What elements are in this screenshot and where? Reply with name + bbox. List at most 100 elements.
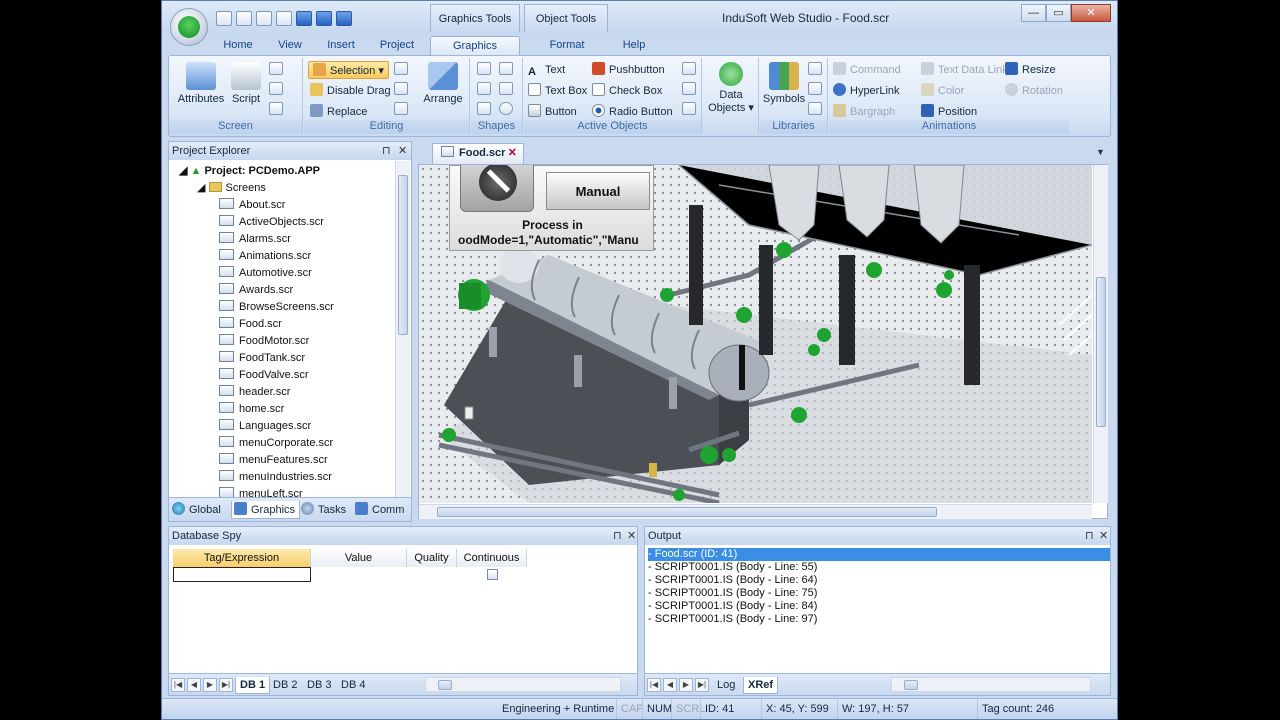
rectangle-icon[interactable] <box>499 62 513 75</box>
arrange-button[interactable]: Arrange <box>420 62 466 105</box>
tree-scrollbar[interactable] <box>395 161 410 497</box>
library-net-icon[interactable] <box>808 62 822 75</box>
canvas-hscroll-thumb[interactable] <box>437 507 937 517</box>
pin-icon[interactable]: ⊓ <box>1085 527 1094 545</box>
pin-icon[interactable]: ⊓ <box>613 527 622 545</box>
data-objects-button[interactable]: Data Objects ▾ <box>707 62 755 114</box>
tree-screen-item[interactable]: FoodValve.scr <box>219 367 309 384</box>
grid-icon[interactable] <box>394 82 408 95</box>
mode-switch-knob[interactable] <box>460 165 534 212</box>
tab-db1[interactable]: DB 1 <box>235 677 271 694</box>
tree-screen-item[interactable]: menuLeft.scr <box>219 486 303 497</box>
canvas-horizontal-scrollbar[interactable] <box>419 504 1092 519</box>
first-arrow-icon[interactable]: |◀ <box>171 678 185 692</box>
text-data-link-button[interactable]: Text Data Link <box>921 61 1008 79</box>
tab-project[interactable]: Project <box>376 36 418 55</box>
screen-layer-icon[interactable] <box>269 82 283 95</box>
tab-global[interactable]: Global <box>172 501 221 519</box>
prev-arrow-icon[interactable]: ◀ <box>663 678 677 692</box>
polyline-icon[interactable] <box>477 82 491 95</box>
prev-arrow-icon[interactable]: ◀ <box>187 678 201 692</box>
smart-msg-icon[interactable] <box>682 102 696 115</box>
output-hscrollbar[interactable] <box>891 677 1091 692</box>
tab-view[interactable]: View <box>272 36 308 55</box>
library-import-icon[interactable] <box>808 102 822 115</box>
button-button[interactable]: Button <box>528 103 577 121</box>
minimize-button[interactable]: — <box>1021 4 1046 22</box>
replace-button[interactable]: Replace <box>310 103 367 121</box>
screen-props-icon[interactable] <box>269 62 283 75</box>
next-arrow-icon[interactable]: ▶ <box>679 678 693 692</box>
next-arrow-icon[interactable]: ▶ <box>203 678 217 692</box>
open-icon[interactable] <box>236 11 252 26</box>
tab-db4[interactable]: DB 4 <box>341 677 365 694</box>
tag-expression-input[interactable] <box>173 567 311 582</box>
close-tab-icon[interactable]: ✕ <box>508 144 517 163</box>
rotation-button[interactable]: Rotation <box>1005 82 1063 100</box>
selection-button[interactable]: Selection ▾ <box>308 61 389 79</box>
list-icon[interactable] <box>682 82 696 95</box>
undo-icon[interactable] <box>394 102 408 115</box>
tab-tasks[interactable]: Tasks <box>301 501 346 519</box>
tree-screen-item[interactable]: Awards.scr <box>219 282 293 299</box>
copy-icon[interactable] <box>256 11 272 26</box>
tree-screen-item[interactable]: menuIndustries.scr <box>219 469 332 486</box>
output-line[interactable]: - SCRIPT0001.IS (Body - Line: 64) <box>648 574 817 587</box>
tree-screen-item[interactable]: ActiveObjects.scr <box>219 214 324 231</box>
close-panel-icon[interactable]: ✕ <box>627 527 636 545</box>
disable-drag-button[interactable]: Disable Drag <box>310 82 391 100</box>
stop-icon[interactable] <box>316 11 332 26</box>
tab-graphics[interactable]: Graphics <box>430 36 520 55</box>
ellipse-icon[interactable] <box>499 102 513 115</box>
pushbutton-button[interactable]: Pushbutton <box>592 61 665 79</box>
tree-screen-item[interactable]: menuFeatures.scr <box>219 452 328 469</box>
output-line[interactable]: - SCRIPT0001.IS (Body - Line: 84) <box>648 600 817 613</box>
close-panel-icon[interactable]: ✕ <box>398 142 407 160</box>
run-icon[interactable] <box>296 11 312 26</box>
output-line-selected[interactable]: - Food.scr (ID: 41) <box>648 548 1110 561</box>
tab-list-chevron-icon[interactable]: ▼ <box>1096 147 1105 157</box>
output-line[interactable]: - SCRIPT0001.IS (Body - Line: 97) <box>648 613 817 626</box>
last-arrow-icon[interactable]: ▶| <box>695 678 709 692</box>
script-button[interactable]: Script <box>227 62 265 105</box>
tree-screen-item[interactable]: Languages.scr <box>219 418 311 435</box>
tab-insert[interactable]: Insert <box>322 36 360 55</box>
tab-help[interactable]: Help <box>618 36 650 55</box>
output-hscroll-thumb[interactable] <box>904 680 918 690</box>
tab-graphics-explorer[interactable]: Graphics <box>231 501 301 519</box>
command-button[interactable]: Command <box>833 61 901 79</box>
attributes-button[interactable]: Attributes <box>173 62 229 105</box>
close-panel-icon[interactable]: ✕ <box>1099 527 1108 545</box>
tab-db2[interactable]: DB 2 <box>273 677 297 694</box>
col-value[interactable]: Value <box>311 549 407 567</box>
folder-icon[interactable] <box>276 11 292 26</box>
tree-screen-item[interactable]: Alarms.scr <box>219 231 291 248</box>
canvas-vertical-scrollbar[interactable] <box>1093 165 1108 503</box>
library-ocx-icon[interactable] <box>808 82 822 95</box>
tree-screen-item[interactable]: header.scr <box>219 384 290 401</box>
combo-icon[interactable] <box>682 62 696 75</box>
screen-grid-icon[interactable] <box>269 102 283 115</box>
tree-screens-folder[interactable]: ◢ Screens <box>197 180 266 197</box>
symbols-button[interactable]: Symbols <box>762 62 806 105</box>
tree-scroll-thumb[interactable] <box>398 175 408 335</box>
hyperlink-button[interactable]: HyperLink <box>833 82 900 100</box>
context-tab-object-tools[interactable]: Object Tools <box>524 4 608 32</box>
tab-home[interactable]: Home <box>218 36 258 55</box>
first-arrow-icon[interactable]: |◀ <box>647 678 661 692</box>
last-arrow-icon[interactable]: ▶| <box>219 678 233 692</box>
tree-project-node[interactable]: ◢ ▲ Project: PCDemo.APP <box>179 163 320 180</box>
tree-screen-item[interactable]: home.scr <box>219 401 284 418</box>
tree-screen-item[interactable]: Automotive.scr <box>219 265 312 282</box>
tree-screen-item[interactable]: menuCorporate.scr <box>219 435 333 452</box>
color-button[interactable]: Color <box>921 82 964 100</box>
col-continuous[interactable]: Continuous <box>457 549 527 567</box>
help-icon[interactable] <box>336 11 352 26</box>
pin-icon[interactable]: ⊓ <box>382 142 391 160</box>
position-button[interactable]: Position <box>921 103 977 121</box>
screen-canvas[interactable]: Manual Process in oodMode=1,"Automatic",… <box>419 165 1092 503</box>
tab-db3[interactable]: DB 3 <box>307 677 331 694</box>
canvas-vscroll-thumb[interactable] <box>1096 277 1106 427</box>
close-button[interactable]: ✕ <box>1071 4 1111 22</box>
tree-screen-item[interactable]: About.scr <box>219 197 285 214</box>
